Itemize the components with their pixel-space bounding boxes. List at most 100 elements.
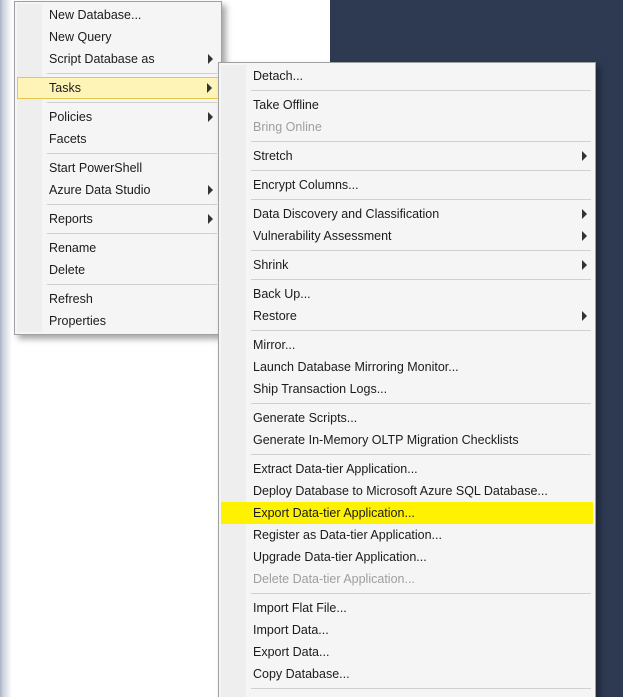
menu-item-mirror[interactable]: Mirror... xyxy=(221,334,593,356)
menu-separator xyxy=(251,250,591,251)
menu-item-label: Refresh xyxy=(49,292,93,306)
menu-item-export-data[interactable]: Export Data... xyxy=(221,641,593,663)
menu-item-stretch[interactable]: Stretch xyxy=(221,145,593,167)
submenu-arrow-icon xyxy=(582,209,587,219)
menu-item-vulnerability-assessment[interactable]: Vulnerability Assessment xyxy=(221,225,593,247)
menu-item-label: Extract Data-tier Application... xyxy=(253,462,418,476)
menu-item-label: Take Offline xyxy=(253,98,319,112)
menu-item-label: Facets xyxy=(49,132,87,146)
menu-item-label: Reports xyxy=(49,212,93,226)
menu-item-label: Back Up... xyxy=(253,287,311,301)
menu-item-label: Ship Transaction Logs... xyxy=(253,382,387,396)
menu-item-label: Import Flat File... xyxy=(253,601,347,615)
menu-separator xyxy=(251,170,591,171)
menu-item-label: Stretch xyxy=(253,149,293,163)
context-menu-primary: New Database... New Query Script Databas… xyxy=(14,1,222,335)
menu-item-encrypt-columns[interactable]: Encrypt Columns... xyxy=(221,174,593,196)
menu-item-properties[interactable]: Properties xyxy=(17,310,219,332)
menu-item-refresh[interactable]: Refresh xyxy=(17,288,219,310)
menu-separator xyxy=(251,593,591,594)
menu-item-label: Generate Scripts... xyxy=(253,411,357,425)
menu-item-copy-database[interactable]: Copy Database... xyxy=(221,663,593,685)
menu-item-label: Start PowerShell xyxy=(49,161,142,175)
menu-separator xyxy=(251,403,591,404)
menu-separator xyxy=(251,330,591,331)
menu-item-ship-transaction-logs[interactable]: Ship Transaction Logs... xyxy=(221,378,593,400)
menu-item-label: Mirror... xyxy=(253,338,295,352)
menu-separator xyxy=(47,73,217,74)
menu-item-launch-mirroring-monitor[interactable]: Launch Database Mirroring Monitor... xyxy=(221,356,593,378)
menu-item-new-database[interactable]: New Database... xyxy=(17,4,219,26)
menu-item-label: Data Discovery and Classification xyxy=(253,207,439,221)
menu-item-azure-data-studio[interactable]: Azure Data Studio xyxy=(17,179,219,201)
submenu-arrow-icon xyxy=(582,311,587,321)
menu-separator xyxy=(47,204,217,205)
submenu-arrow-icon xyxy=(208,112,213,122)
menu-item-label: Shrink xyxy=(253,258,288,272)
menu-item-generate-scripts[interactable]: Generate Scripts... xyxy=(221,407,593,429)
menu-item-label: Azure Data Studio xyxy=(49,183,150,197)
menu-item-reports[interactable]: Reports xyxy=(17,208,219,230)
menu-item-register-data-tier[interactable]: Register as Data-tier Application... xyxy=(221,524,593,546)
menu-item-label: Copy Database... xyxy=(253,667,350,681)
menu-item-label: Launch Database Mirroring Monitor... xyxy=(253,360,459,374)
menu-separator xyxy=(251,90,591,91)
menu-separator xyxy=(251,279,591,280)
menu-item-start-powershell[interactable]: Start PowerShell xyxy=(17,157,219,179)
menu-separator xyxy=(251,454,591,455)
menu-item-label: Encrypt Columns... xyxy=(253,178,359,192)
submenu-arrow-icon xyxy=(208,185,213,195)
menu-item-export-data-tier[interactable]: Export Data-tier Application... xyxy=(221,502,593,524)
menu-item-manage-encryption[interactable]: Manage Database Encryption... xyxy=(221,692,593,697)
submenu-arrow-icon xyxy=(582,231,587,241)
menu-item-script-database-as[interactable]: Script Database as xyxy=(17,48,219,70)
menu-item-import-flat-file[interactable]: Import Flat File... xyxy=(221,597,593,619)
menu-item-restore[interactable]: Restore xyxy=(221,305,593,327)
menu-item-import-data[interactable]: Import Data... xyxy=(221,619,593,641)
menu-item-label: Delete xyxy=(49,263,85,277)
menu-item-tasks[interactable]: Tasks xyxy=(17,77,219,99)
submenu-arrow-icon xyxy=(208,54,213,64)
menu-item-upgrade-data-tier[interactable]: Upgrade Data-tier Application... xyxy=(221,546,593,568)
menu-item-generate-oltp-checklists[interactable]: Generate In-Memory OLTP Migration Checkl… xyxy=(221,429,593,451)
menu-item-delete[interactable]: Delete xyxy=(17,259,219,281)
menu-item-label: Upgrade Data-tier Application... xyxy=(253,550,427,564)
menu-item-shrink[interactable]: Shrink xyxy=(221,254,593,276)
menu-item-extract-data-tier[interactable]: Extract Data-tier Application... xyxy=(221,458,593,480)
app-background: New Database... New Query Script Databas… xyxy=(0,0,623,697)
menu-item-label: Generate In-Memory OLTP Migration Checkl… xyxy=(253,433,519,447)
menu-item-label: Bring Online xyxy=(253,120,322,134)
submenu-arrow-icon xyxy=(582,260,587,270)
menu-item-label: Register as Data-tier Application... xyxy=(253,528,442,542)
submenu-arrow-icon xyxy=(207,83,212,93)
menu-item-data-discovery[interactable]: Data Discovery and Classification xyxy=(221,203,593,225)
menu-item-label: Import Data... xyxy=(253,623,329,637)
panel-edge xyxy=(0,0,12,697)
menu-item-delete-data-tier: Delete Data-tier Application... xyxy=(221,568,593,590)
menu-item-label: Detach... xyxy=(253,69,303,83)
menu-item-back-up[interactable]: Back Up... xyxy=(221,283,593,305)
submenu-arrow-icon xyxy=(582,151,587,161)
menu-separator xyxy=(251,199,591,200)
menu-item-label: Vulnerability Assessment xyxy=(253,229,392,243)
menu-item-new-query[interactable]: New Query xyxy=(17,26,219,48)
menu-item-label: New Query xyxy=(49,30,112,44)
menu-separator xyxy=(47,233,217,234)
menu-item-policies[interactable]: Policies xyxy=(17,106,219,128)
menu-separator xyxy=(251,141,591,142)
menu-item-deploy-to-azure[interactable]: Deploy Database to Microsoft Azure SQL D… xyxy=(221,480,593,502)
menu-item-bring-online: Bring Online xyxy=(221,116,593,138)
menu-separator xyxy=(251,688,591,689)
menu-item-label: Export Data-tier Application... xyxy=(253,506,415,520)
menu-item-label: Restore xyxy=(253,309,297,323)
menu-item-facets[interactable]: Facets xyxy=(17,128,219,150)
menu-item-label: Export Data... xyxy=(253,645,329,659)
menu-separator xyxy=(47,102,217,103)
menu-item-rename[interactable]: Rename xyxy=(17,237,219,259)
menu-item-take-offline[interactable]: Take Offline xyxy=(221,94,593,116)
menu-item-detach[interactable]: Detach... xyxy=(221,65,593,87)
menu-item-label: Delete Data-tier Application... xyxy=(253,572,415,586)
menu-item-label: Rename xyxy=(49,241,96,255)
submenu-arrow-icon xyxy=(208,214,213,224)
menu-item-label: Deploy Database to Microsoft Azure SQL D… xyxy=(253,484,548,498)
